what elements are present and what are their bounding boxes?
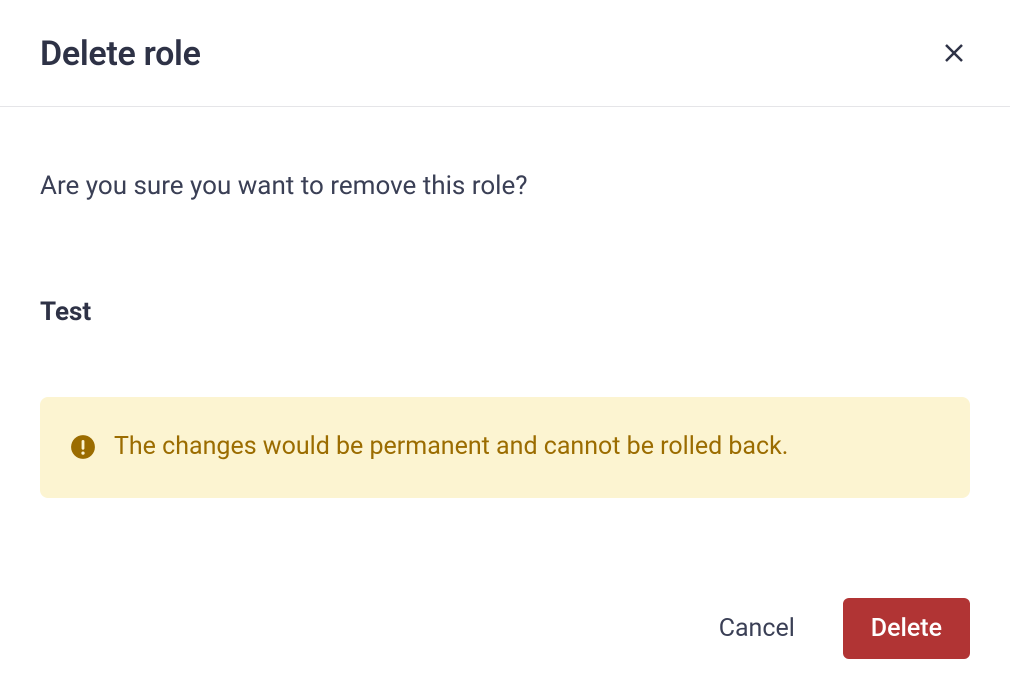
dialog-footer: Cancel Delete <box>0 598 1010 699</box>
dialog-body: Are you sure you want to remove this rol… <box>0 107 1010 598</box>
delete-role-dialog: Delete role Are you sure you want to rem… <box>0 0 1010 686</box>
warning-text: The changes would be permanent and canno… <box>114 431 788 464</box>
dialog-title: Delete role <box>40 34 201 74</box>
role-name: Test <box>40 297 970 327</box>
warning-icon <box>70 434 96 460</box>
delete-button[interactable]: Delete <box>843 598 970 659</box>
close-button[interactable] <box>938 37 970 72</box>
confirm-text: Are you sure you want to remove this rol… <box>40 171 970 201</box>
cancel-button[interactable]: Cancel <box>699 602 815 655</box>
close-icon <box>942 41 966 68</box>
dialog-header: Delete role <box>0 0 1010 107</box>
warning-banner: The changes would be permanent and canno… <box>40 397 970 498</box>
